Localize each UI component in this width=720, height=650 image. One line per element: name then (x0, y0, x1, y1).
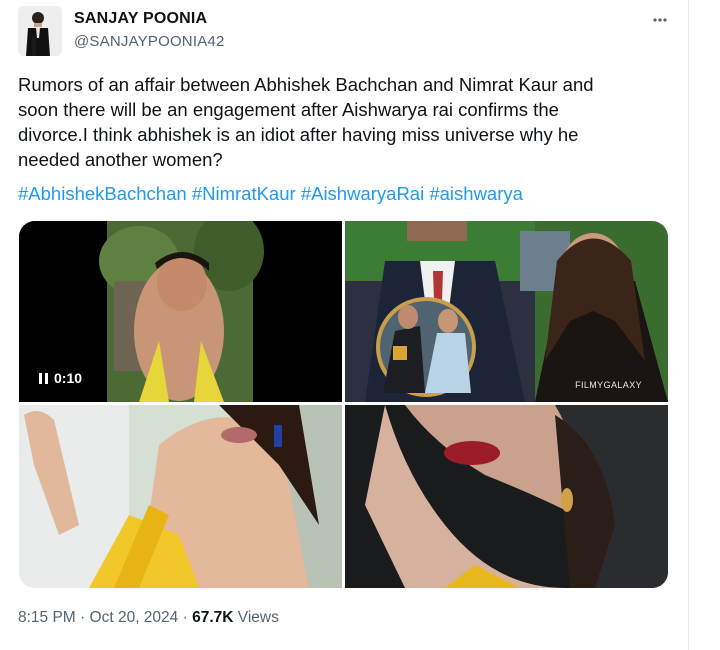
tweet-date[interactable]: Oct 20, 2024 (90, 609, 179, 626)
hashtag-link[interactable]: #NimratKaur (192, 183, 296, 204)
tweet-text-line: divorce.I think abhishek is an idiot aft… (18, 124, 579, 145)
tweet-time[interactable]: 8:15 PM (18, 609, 76, 626)
hashtag-link[interactable]: #AishwaryaRai (301, 183, 424, 204)
more-options-icon[interactable] (648, 8, 672, 32)
tweet-text: Rumors of an affair between Abhishek Bac… (18, 72, 668, 172)
tweet-text-line: needed another women? (18, 149, 223, 170)
video-thumbnail[interactable]: 0:10 (19, 221, 342, 402)
meta-separator: · (80, 609, 86, 626)
image-thumbnail[interactable] (19, 405, 342, 588)
tweet-text-line: Rumors of an affair between Abhishek Bac… (18, 74, 594, 95)
hashtag-list: #AbhishekBachchan #NimratKaur #Aishwarya… (18, 181, 523, 206)
image-watermark: FILMYGALAXY (575, 380, 642, 390)
meta-separator: · (182, 609, 188, 626)
author-handle[interactable]: @SANJAYPOONIA42 (74, 33, 225, 50)
views-label: Views (237, 609, 279, 626)
tweet-meta: 8:15 PM · Oct 20, 2024 · 67.7K Views (18, 609, 279, 627)
author-name[interactable]: SANJAY POONIA (74, 10, 207, 28)
media-grid: 0:10 FILMYGALAXY (19, 221, 668, 588)
hashtag-link[interactable]: #aishwarya (429, 183, 523, 204)
pause-icon[interactable] (39, 372, 48, 384)
tweet-text-line: soon there will be an engagement after A… (18, 99, 559, 120)
image-thumbnail[interactable] (345, 405, 668, 588)
video-duration-badge: 0:10 (33, 367, 88, 389)
video-duration: 0:10 (54, 370, 83, 386)
card-border (688, 0, 689, 650)
views-count: 67.7K (192, 609, 234, 626)
hashtag-link[interactable]: #AbhishekBachchan (18, 183, 187, 204)
image-thumbnail[interactable]: FILMYGALAXY (345, 221, 668, 402)
avatar[interactable] (18, 6, 62, 56)
